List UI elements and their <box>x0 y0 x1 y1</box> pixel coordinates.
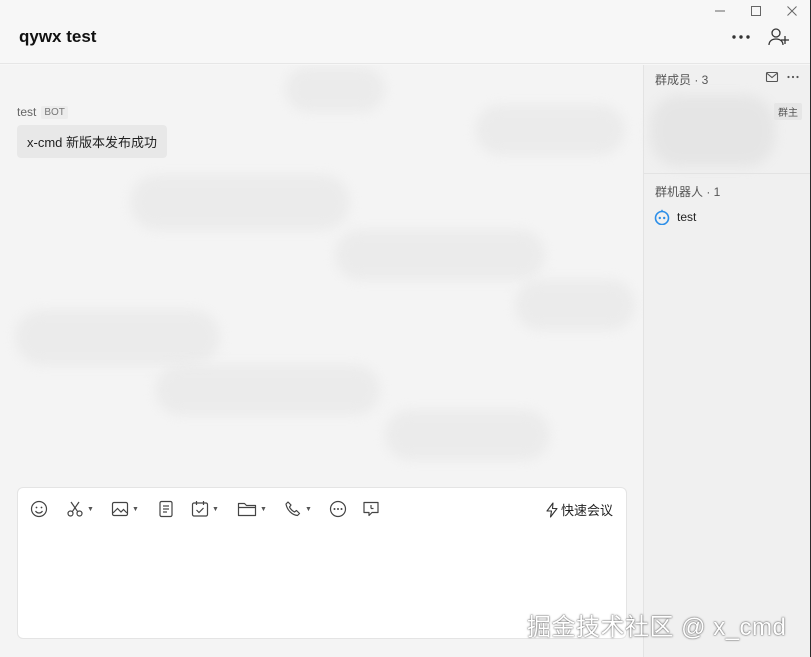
app-window: qywx test test BOT x-cmd 新版本发布成功 ▼ ▼ ▼ ▼… <box>0 0 811 657</box>
todo-icon <box>191 501 209 517</box>
blurred-region <box>130 175 350 230</box>
more-horizontal-icon[interactable] <box>786 70 800 84</box>
reply-icon <box>363 501 379 517</box>
phone-button[interactable]: ▼ <box>284 498 312 520</box>
blurred-region <box>475 105 625 155</box>
more-circle-icon <box>329 500 347 518</box>
more-tools-button[interactable] <box>329 498 347 520</box>
blurred-region <box>285 67 385 112</box>
watermark-text: 掘金技术社区 @ x_cmd <box>527 614 787 641</box>
minimize-icon[interactable] <box>709 2 731 20</box>
chevron-down-icon[interactable]: ▼ <box>87 506 94 513</box>
quick-meeting-label: 快速会议 <box>560 503 613 518</box>
blurred-region <box>385 410 550 460</box>
blurred-region <box>155 365 380 415</box>
quick-meeting-button[interactable]: 快速会议 <box>545 500 613 519</box>
chevron-down-icon[interactable]: ▼ <box>305 506 312 513</box>
image-icon <box>111 501 129 517</box>
folder-button[interactable]: ▼ <box>237 498 267 520</box>
maximize-icon[interactable] <box>745 2 767 20</box>
phone-icon <box>285 501 301 517</box>
lightning-icon <box>546 501 558 518</box>
screenshot-button[interactable]: ▼ <box>66 498 94 520</box>
message-bubble[interactable]: x-cmd 新版本发布成功 <box>17 125 168 158</box>
emoji-button[interactable] <box>30 498 48 520</box>
divider <box>644 173 810 174</box>
mail-icon[interactable] <box>765 70 779 84</box>
blurred-region <box>335 230 545 280</box>
chat-header: qywx test <box>0 0 810 64</box>
document-icon <box>159 500 173 518</box>
owner-tag: 群主 <box>774 103 802 120</box>
more-horizontal-icon[interactable] <box>729 26 753 48</box>
screenshot-icon <box>67 501 83 517</box>
blurred-region <box>515 280 635 330</box>
bots-header: 群机器人 · 1 <box>655 185 721 199</box>
group-info-panel: 群成员 · 3 群主 群机器人 · 1 test <box>643 65 810 657</box>
document-button[interactable] <box>157 498 175 520</box>
folder-icon <box>237 502 257 517</box>
blurred-region <box>650 95 775 167</box>
emoji-icon <box>30 500 48 518</box>
chevron-down-icon[interactable]: ▼ <box>132 506 139 513</box>
reply-button[interactable] <box>362 498 380 520</box>
message-sender: test BOT <box>17 105 68 119</box>
chat-title: qywx test <box>19 27 97 46</box>
blurred-region <box>15 310 220 365</box>
chevron-down-icon[interactable]: ▼ <box>260 506 267 513</box>
members-header[interactable]: 群成员 · 3 <box>655 71 708 88</box>
todo-button[interactable]: ▼ <box>191 498 219 520</box>
add-user-icon[interactable] <box>767 26 791 48</box>
bot-name: test <box>677 210 697 224</box>
sender-name[interactable]: test <box>17 105 36 119</box>
close-icon[interactable] <box>781 2 803 20</box>
bot-list-item[interactable]: test <box>654 209 696 225</box>
image-button[interactable]: ▼ <box>111 498 139 520</box>
bot-tag: BOT <box>41 105 68 119</box>
composer-toolbar: ▼ ▼ ▼ ▼ ▼ 快速会议 <box>18 488 626 530</box>
robot-icon <box>654 209 670 225</box>
message-text: x-cmd 新版本发布成功 <box>27 135 158 150</box>
chevron-down-icon[interactable]: ▼ <box>212 506 219 513</box>
